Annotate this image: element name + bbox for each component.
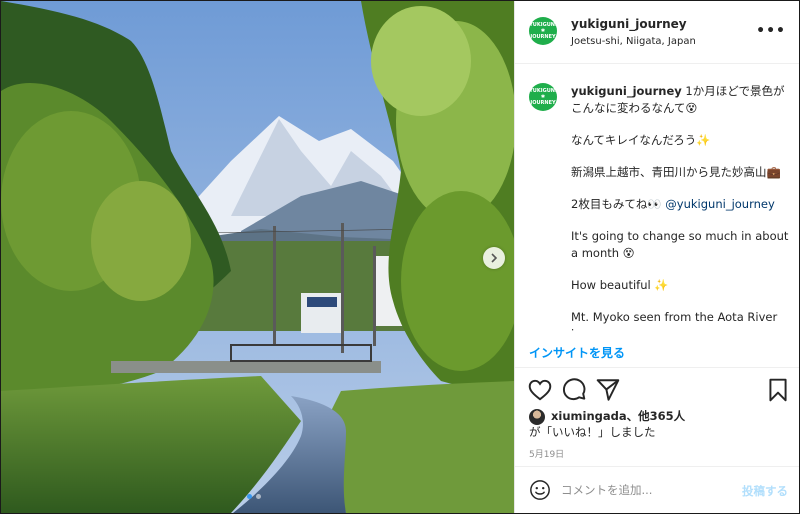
- carousel-dot-active: [247, 494, 252, 499]
- post-header: YUKIGUNI ✱ JOURNEY yukiguni_journey Joet…: [515, 1, 799, 64]
- avatar-text-3: JOURNEY: [530, 100, 556, 106]
- post-side-panel: YUKIGUNI ✱ JOURNEY yukiguni_journey Joet…: [514, 1, 799, 513]
- comment-bar: 投稿する: [515, 467, 799, 513]
- caption-mention-link[interactable]: @yukiguni_journey: [665, 197, 775, 211]
- carousel-dot: [256, 494, 261, 499]
- bookmark-icon[interactable]: [765, 377, 791, 403]
- post-modal: YUKIGUNI ✱ JOURNEY yukiguni_journey Joet…: [0, 0, 800, 514]
- caption-line4: 2枚目もみてね👀 @yukiguni_journey: [571, 196, 789, 213]
- emoji-icon[interactable]: [529, 479, 551, 501]
- chevron-right-icon: [491, 253, 498, 263]
- divider: [515, 367, 799, 368]
- caption-avatar[interactable]: YUKIGUNI ✱ JOURNEY: [529, 83, 557, 111]
- likes-suffix: が「いいね！」しました: [529, 425, 656, 439]
- caption-username[interactable]: yukiguni_journey: [571, 84, 682, 98]
- caption-text: yukiguni_journey 1か月ほどで景色がこんなに変わるなんて😵 なん…: [571, 83, 789, 331]
- post-actions: [515, 377, 799, 405]
- avatar-text-3: JOURNEY: [530, 34, 556, 40]
- carousel-indicator: [247, 494, 261, 499]
- landscape-image: [1, 1, 514, 513]
- ellipsis-icon: •••: [756, 23, 786, 39]
- caption-line6: How beautiful ✨: [571, 278, 669, 292]
- caption-section: YUKIGUNI ✱ JOURNEY yukiguni_journey 1か月ほ…: [515, 77, 799, 331]
- post-date[interactable]: 5月19日: [529, 447, 564, 460]
- caption-line4-text: 2枚目もみてね👀: [571, 197, 662, 211]
- comment-input[interactable]: [561, 479, 731, 501]
- profile-avatar[interactable]: YUKIGUNI ✱ JOURNEY: [529, 17, 557, 45]
- post-comment-button[interactable]: 投稿する: [742, 483, 788, 499]
- heart-icon[interactable]: [527, 377, 553, 403]
- caption-line2: なんてキレイなんだろう✨: [571, 133, 711, 147]
- comment-icon[interactable]: [561, 377, 587, 403]
- post-photo[interactable]: [1, 1, 514, 513]
- likes-count-link[interactable]: xiumingada、他365人: [551, 408, 685, 424]
- liker-avatar[interactable]: [529, 409, 545, 425]
- post-location[interactable]: Joetsu-shi, Niigata, Japan: [571, 36, 696, 47]
- next-photo-button[interactable]: [483, 247, 505, 269]
- post-username[interactable]: yukiguni_journey: [571, 17, 687, 31]
- caption-line3: 新潟県上越市、青田川から見た妙高山💼: [571, 165, 781, 179]
- more-options-button[interactable]: •••: [756, 23, 786, 39]
- share-icon[interactable]: [595, 377, 621, 403]
- caption-line: yukiguni_journey 1か月ほどで景色がこんなに変わるなんて😵: [571, 83, 789, 117]
- view-insights-link[interactable]: インサイトを見る: [529, 344, 625, 361]
- caption-line7: Mt. Myoko seen from the Aota River in: [571, 310, 778, 331]
- caption-line5: It's going to change so much in about a …: [571, 229, 789, 260]
